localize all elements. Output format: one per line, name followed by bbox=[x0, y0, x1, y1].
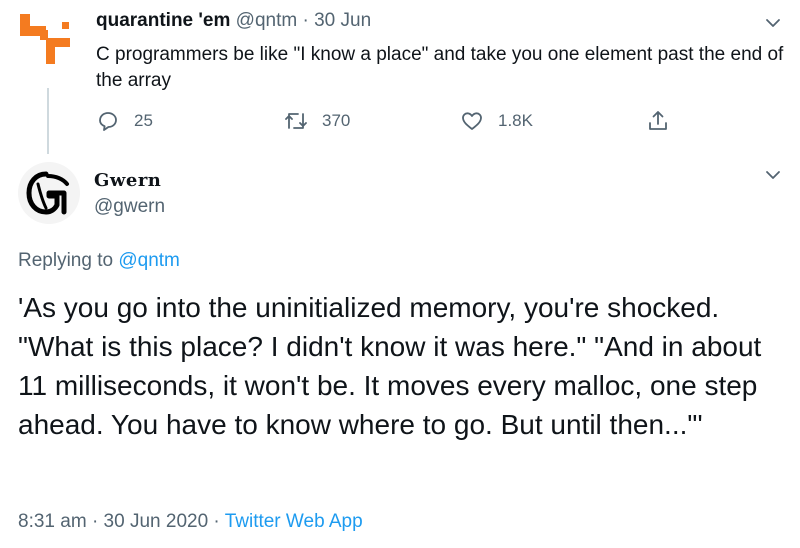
gwern-logo-icon bbox=[26, 171, 69, 215]
reply-count: 25 bbox=[134, 111, 153, 130]
author-name[interactable]: Gwern bbox=[94, 170, 161, 191]
tweet-metadata: 8:31 am · 30 Jun 2020 · Twitter Web App bbox=[18, 511, 363, 533]
share-button[interactable] bbox=[646, 106, 670, 136]
parent-author-handle[interactable]: @qntm bbox=[236, 10, 298, 31]
tweet-date[interactable]: 30 Jun 2020 bbox=[104, 511, 209, 532]
meta-separator: · bbox=[213, 511, 220, 532]
parent-author-name[interactable]: quarantine 'em bbox=[96, 10, 230, 31]
replying-to-link[interactable]: @qntm bbox=[118, 250, 180, 271]
like-count: 1.8K bbox=[498, 111, 533, 130]
retweet-icon bbox=[285, 113, 307, 129]
reply-icon bbox=[99, 112, 117, 131]
retweet-button[interactable]: 370 bbox=[284, 106, 350, 136]
parent-tweet-header: quarantine 'em @qntm · 30 Jun bbox=[96, 10, 371, 32]
tweet-client-link[interactable]: Twitter Web App bbox=[225, 511, 363, 532]
header-separator: · bbox=[302, 10, 309, 31]
author-handle[interactable]: @gwern bbox=[94, 196, 165, 218]
retweet-count: 370 bbox=[322, 111, 351, 130]
tweet-text: 'As you go into the uninitialized memory… bbox=[18, 292, 762, 440]
chevron-down-icon[interactable] bbox=[764, 166, 782, 184]
qntm-avatar[interactable] bbox=[18, 8, 76, 66]
heart-icon bbox=[462, 112, 482, 130]
meta-separator: · bbox=[91, 511, 99, 532]
parent-tweet-date[interactable]: 30 Jun bbox=[314, 10, 371, 31]
replying-prefix: Replying to bbox=[18, 250, 114, 271]
like-button[interactable]: 1.8K bbox=[460, 106, 533, 136]
share-icon bbox=[649, 111, 667, 130]
thread-connector-line bbox=[47, 88, 49, 154]
parent-tweet-text: C programmers be like "I know a place" a… bbox=[96, 44, 784, 91]
qntm-logo-icon bbox=[20, 14, 70, 64]
replying-to: Replying to @qntm bbox=[18, 250, 180, 272]
reply-button[interactable]: 25 bbox=[96, 106, 153, 136]
tweet-time[interactable]: 8:31 am bbox=[18, 511, 87, 532]
gwern-avatar[interactable] bbox=[18, 162, 80, 224]
chevron-down-icon[interactable] bbox=[764, 14, 782, 32]
